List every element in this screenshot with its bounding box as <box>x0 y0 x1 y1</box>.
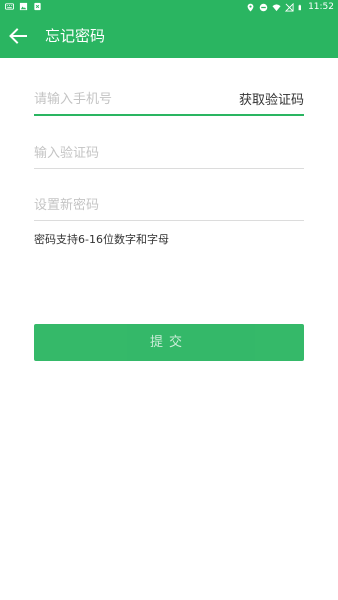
battery-icon <box>298 4 302 10</box>
submit-button-label: 提交 <box>149 335 188 350</box>
status-bar-right: 11:52 <box>246 1 334 13</box>
page-title: 忘记密码 <box>45 27 106 45</box>
app-notification-icon <box>34 2 41 11</box>
image-icon <box>19 2 28 11</box>
do-not-disturb-icon <box>259 3 268 11</box>
location-icon <box>247 3 254 11</box>
app-bar: 忘记密码 <box>0 14 338 58</box>
status-time: 11:52 <box>308 2 334 12</box>
new-password-input[interactable] <box>34 192 224 218</box>
keyboard-icon <box>5 3 14 10</box>
wifi-icon <box>272 3 281 11</box>
get-code-button[interactable]: 获取验证码 <box>239 89 304 108</box>
no-signal-icon <box>285 2 294 12</box>
status-bar: 11:52 <box>0 0 338 14</box>
code-field-container <box>34 140 304 169</box>
phone-field-container: 获取验证码 <box>34 86 304 116</box>
arrow-left-icon[interactable] <box>6 24 30 48</box>
verification-code-input[interactable] <box>34 140 224 166</box>
forgot-password-screen: 11:52 忘记密码 获取验证码 密码支持6-16位数字和字母 提交 <box>0 0 338 600</box>
submit-button[interactable]: 提交 <box>34 324 304 361</box>
password-hint: 密码支持6-16位数字和字母 <box>34 233 169 246</box>
phone-input[interactable] <box>34 86 224 112</box>
new-password-field-container <box>34 192 304 221</box>
status-bar-left <box>5 2 42 11</box>
